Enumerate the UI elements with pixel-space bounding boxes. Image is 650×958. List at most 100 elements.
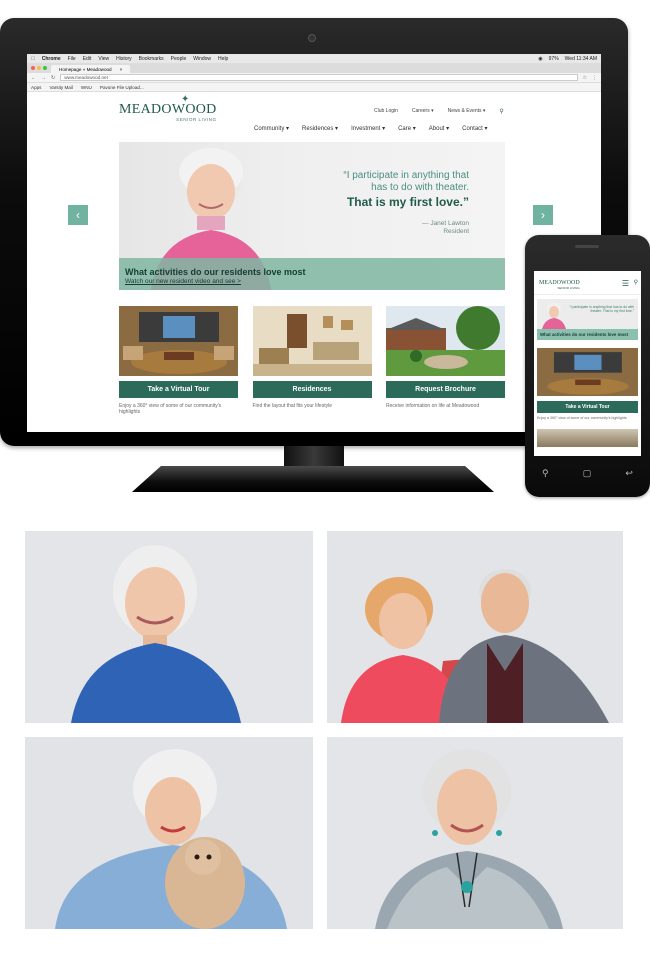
card-virtual-tour[interactable]: Take a Virtual Tour Enjoy a 360° view of… <box>119 306 238 415</box>
search-icon[interactable]: ⚲ <box>499 108 503 115</box>
hero-caption-band: What activities do our residents love mo… <box>119 258 505 290</box>
bookmark-wnu[interactable]: WNU <box>81 85 92 90</box>
mobile-hero: “I participate in anything that has to d… <box>537 299 638 329</box>
phone-nav-keys: ⚲ ▢ ↩ <box>525 468 650 479</box>
carousel-prev-button[interactable]: ‹ <box>68 205 88 225</box>
monitor-stand-base <box>132 466 494 492</box>
browser-menu-icon[interactable]: ⋮ <box>592 75 597 81</box>
brochure-desc: Receive information on life at Meadowood <box>386 403 480 409</box>
bookmarks-bar: Apps Varsity Mail WNU Pavone File Upload… <box>27 83 601 92</box>
phone-home-key-icon[interactable]: ▢ <box>583 468 592 479</box>
mobile-card-virtual-tour[interactable]: Take a Virtual Tour Enjoy a 360° view of… <box>537 348 638 421</box>
window-controls <box>31 63 47 73</box>
virtual-tour-button[interactable]: Take a Virtual Tour <box>119 381 238 398</box>
menu-file[interactable]: File <box>68 56 76 62</box>
nav-club-login[interactable]: Club Login <box>374 108 398 115</box>
wifi-icon[interactable]: ◉ <box>538 56 542 62</box>
nav-news-events[interactable]: News & Events ▾ <box>448 108 486 115</box>
webcam <box>308 34 316 42</box>
mobile-logo-subtitle: SENIOR LIVING <box>557 286 580 290</box>
portrait-woman-bolo-tie <box>327 737 623 929</box>
forward-icon[interactable]: → <box>41 75 46 81</box>
mobile-hero-quote: “I participate in anything that has to d… <box>569 305 634 314</box>
mobile-search-icon[interactable]: ⚲ <box>634 279 638 286</box>
hamburger-menu-icon[interactable]: ☰ <box>622 279 629 288</box>
request-brochure-button[interactable]: Request Brochure <box>386 381 505 398</box>
quote-author: — Janet Lawton Resident <box>422 220 469 236</box>
monitor-screen:  Chrome File Edit View History Bookmark… <box>27 54 601 432</box>
menu-bookmarks[interactable]: Bookmarks <box>139 56 164 62</box>
star-icon[interactable]: ☆ <box>583 75 587 81</box>
nav-careers[interactable]: Careers ▾ <box>412 108 434 115</box>
hero-heading: What activities do our residents love mo… <box>125 267 306 277</box>
mobile-next-card-preview <box>537 428 638 447</box>
bird-logo-icon: ✦ <box>181 94 190 105</box>
quote-line-1: “I participate in anything that <box>343 170 469 181</box>
site-logo[interactable]: ✦ MEADOWOOD SENIOR LIVING <box>119 94 217 122</box>
hero-banner: “I participate in anything that has to d… <box>119 142 505 290</box>
author-name: — Janet Lawton <box>422 220 469 227</box>
mobile-logo[interactable]: MEADOWOOD SENIOR LIVING <box>539 280 580 290</box>
residences-desc: Find the layout that fits your lifestyle <box>252 403 332 409</box>
nav-residences[interactable]: Residences ▾ <box>302 125 338 132</box>
quote-line-2: has to do with theater. <box>371 182 469 193</box>
hero-video-link[interactable]: Watch our new resident video and see > <box>125 278 499 285</box>
browser-tab-title: Homepage » Meadowood <box>59 66 112 72</box>
close-window-button[interactable] <box>31 66 35 70</box>
lounge-photo <box>119 306 238 376</box>
nav-community[interactable]: Community ▾ <box>254 125 289 132</box>
browser-tab-bar: Homepage » Meadowood × <box>27 63 601 73</box>
card-brochure[interactable]: Request Brochure Receive information on … <box>386 306 505 415</box>
menu-help[interactable]: Help <box>218 56 228 62</box>
reload-icon[interactable]: ↻ <box>51 75 55 81</box>
portrait-4-art <box>327 737 623 929</box>
mobile-hero-band: What activities do our residents love mo… <box>537 329 638 340</box>
nav-about[interactable]: About ▾ <box>429 125 449 132</box>
mobile-header: MEADOWOOD SENIOR LIVING ☰ ⚲ <box>534 271 641 295</box>
menu-window[interactable]: Window <box>193 56 211 62</box>
apple-icon[interactable]:  <box>31 56 35 62</box>
bookmark-varsity-mail[interactable]: Varsity Mail <box>49 85 72 90</box>
portrait-woman-with-poodle <box>25 737 313 929</box>
monitor-stand-neck <box>284 446 344 468</box>
menu-view[interactable]: View <box>98 56 109 62</box>
quote-emphasis: That is my first love.” <box>346 195 469 209</box>
virtual-tour-desc: Enjoy a 360° view of some of our communi… <box>119 403 222 415</box>
portrait-1-art <box>25 531 313 723</box>
residences-button[interactable]: Residences <box>252 381 372 398</box>
browser-tab[interactable]: Homepage » Meadowood × <box>51 65 131 73</box>
nav-care[interactable]: Care ▾ <box>398 125 416 132</box>
nav-investment[interactable]: Investment ▾ <box>351 125 385 132</box>
menubar-status: ◉ 97% Wed 11:34 AM <box>538 56 597 62</box>
carousel-next-button[interactable]: › <box>533 205 553 225</box>
menubar-app-name[interactable]: Chrome <box>42 56 61 62</box>
portrait-woman-blue-shirt <box>25 531 313 723</box>
phone-back-key-icon[interactable]: ↩ <box>625 468 633 479</box>
smartphone: MEADOWOOD SENIOR LIVING ☰ ⚲ “I participa… <box>525 235 650 497</box>
hero-quote: “I participate in anything that has to d… <box>343 170 469 208</box>
phone-search-key-icon[interactable]: ⚲ <box>542 468 549 479</box>
mac-menubar:  Chrome File Edit View History Bookmark… <box>27 54 601 63</box>
feature-cards: Take a Virtual Tour Enjoy a 360° view of… <box>119 306 505 415</box>
battery-level[interactable]: 97% <box>549 56 559 62</box>
bookmark-apps[interactable]: Apps <box>31 85 41 90</box>
menubar-clock[interactable]: Wed 11:34 AM <box>565 56 597 62</box>
menu-people[interactable]: People <box>171 56 187 62</box>
chevron-right-icon: › <box>541 208 545 222</box>
nav-contact[interactable]: Contact ▾ <box>462 125 487 132</box>
bookmark-pavone-upload[interactable]: Pavone File Upload... <box>100 85 144 90</box>
close-tab-icon[interactable]: × <box>120 67 123 72</box>
menu-history[interactable]: History <box>116 56 132 62</box>
minimize-window-button[interactable] <box>37 66 41 70</box>
utility-nav: Club Login Careers ▾ News & Events ▾ ⚲ <box>374 108 504 115</box>
portrait-2-art <box>327 531 623 723</box>
address-bar[interactable]: www.meadowood.net <box>60 74 578 81</box>
mobile-resident-portrait <box>542 302 566 329</box>
phone-speaker <box>575 245 599 248</box>
mobile-virtual-tour-button[interactable]: Take a Virtual Tour <box>537 401 638 413</box>
zoom-window-button[interactable] <box>43 66 47 70</box>
back-icon[interactable]: ← <box>31 75 36 81</box>
portrait-couple <box>327 531 623 723</box>
menu-edit[interactable]: Edit <box>83 56 92 62</box>
card-residences[interactable]: Residences Find the layout that fits you… <box>252 306 372 415</box>
